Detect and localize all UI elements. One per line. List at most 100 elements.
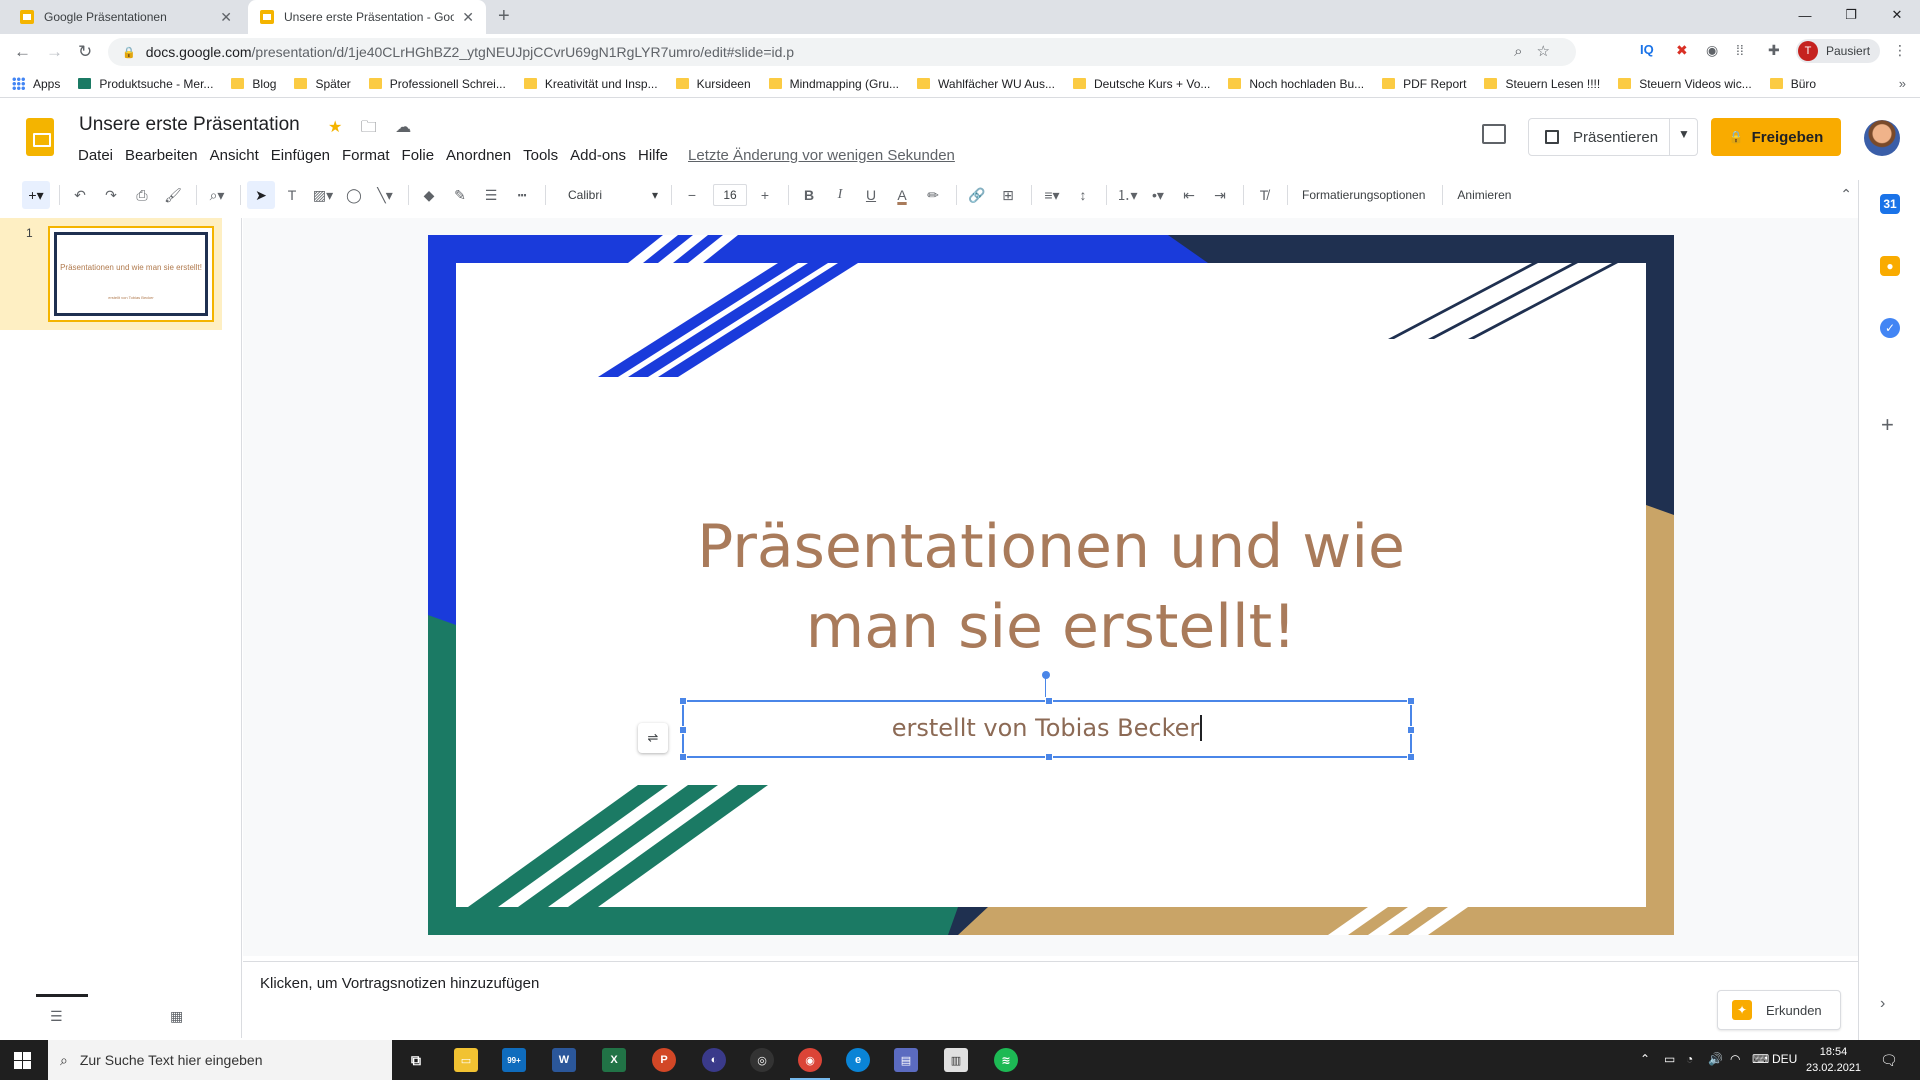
zoom-icon[interactable]: ⌕▾ <box>203 181 231 209</box>
decrease-font-size-icon[interactable]: − <box>678 181 706 209</box>
bookmark-item[interactable]: Produktsuche - Mer... <box>78 77 213 91</box>
present-button[interactable]: Präsentieren ▼ <box>1528 118 1698 156</box>
avatar[interactable] <box>1864 120 1900 156</box>
bookmark-folder[interactable]: Blog <box>231 77 276 91</box>
font-size-input[interactable]: 16 <box>713 184 747 206</box>
increase-indent-icon[interactable]: ⇥ <box>1206 181 1234 209</box>
grid-view-icon[interactable]: ▦ <box>170 1008 183 1025</box>
print-icon[interactable]: ⎙ <box>128 181 156 209</box>
obs-icon[interactable]: ◎ <box>750 1048 774 1072</box>
border-color-icon[interactable]: ✎ <box>446 181 474 209</box>
border-dash-icon[interactable]: ┅ <box>508 181 536 209</box>
new-tab-icon[interactable]: + <box>498 5 510 28</box>
bookmark-folder[interactable]: Kreativität und Insp... <box>523 77 658 91</box>
move-folder-icon[interactable]: 🗀 <box>361 119 377 136</box>
word-icon[interactable]: W <box>552 1048 576 1072</box>
menu-tools[interactable]: Tools <box>523 147 558 164</box>
menu-einfuegen[interactable]: Einfügen <box>271 147 330 164</box>
extension-blocker-icon[interactable]: ✖ <box>1676 42 1688 59</box>
zoom-bookmark-icons[interactable]: ⌕☆ <box>1514 42 1564 60</box>
battery-icon[interactable]: ▭ <box>1664 1052 1675 1066</box>
bookmark-folder[interactable]: Steuern Lesen !!!! <box>1484 77 1600 91</box>
bookmark-folder[interactable]: Kursideen <box>675 77 751 91</box>
rotate-handle[interactable] <box>1042 671 1050 679</box>
menu-format[interactable]: Format <box>342 147 390 164</box>
italic-icon[interactable]: I <box>826 181 854 209</box>
decrease-indent-icon[interactable]: ⇤ <box>1175 181 1203 209</box>
taskbar-search-input[interactable]: ⌕ Zur Suche Text hier eingeben <box>48 1040 392 1080</box>
last-edit-link[interactable]: Letzte Änderung vor wenigen Sekunden <box>688 147 955 164</box>
menu-addons[interactable]: Add-ons <box>570 147 626 164</box>
format-options-button[interactable]: Formatierungsoptionen <box>1294 181 1433 209</box>
tray-overflow-icon[interactable]: ⌃ <box>1640 1052 1650 1066</box>
browser-tab-slides-home[interactable]: Google Präsentationen ✕ <box>8 0 244 34</box>
paint-format-icon[interactable]: 🖌 <box>159 181 187 209</box>
chrome-icon[interactable]: ◉ <box>790 1048 830 1080</box>
filmstrip-view-icon[interactable]: ☰ <box>50 1008 63 1025</box>
comment-history-icon[interactable] <box>1482 124 1506 144</box>
windows-start-icon[interactable] <box>14 1052 31 1069</box>
speaker-notes-placeholder[interactable]: Klicken, um Vortragsnotizen hinzuzufügen <box>260 975 539 992</box>
app-icon[interactable]: ▤ <box>894 1048 918 1072</box>
more-bookmarks-icon[interactable]: » <box>1899 76 1906 91</box>
close-window-icon[interactable]: ✕ <box>1874 0 1920 30</box>
expand-panel-icon[interactable]: › <box>1880 995 1885 1013</box>
reload-icon[interactable]: ↻ <box>78 42 92 62</box>
keyboard-icon[interactable]: ⌨ <box>1752 1052 1769 1066</box>
increase-font-size-icon[interactable]: + <box>751 181 779 209</box>
bookmark-folder[interactable]: Steuern Videos wic... <box>1618 77 1752 91</box>
language-indicator[interactable]: DEU <box>1772 1052 1797 1066</box>
file-explorer-icon[interactable]: ▭ <box>454 1048 478 1072</box>
subtitle-textbox[interactable]: erstellt von Tobias Becker <box>679 697 1415 761</box>
star-icon[interactable]: ★ <box>328 119 342 136</box>
extension-iq-icon[interactable]: IQ <box>1640 42 1654 57</box>
resize-handle-e[interactable] <box>1407 726 1415 734</box>
menu-anordnen[interactable]: Anordnen <box>446 147 511 164</box>
volume-icon[interactable]: 🔊 <box>1708 1052 1723 1066</box>
resize-handle-ne[interactable] <box>1407 697 1415 705</box>
tasks-icon[interactable]: ✓ <box>1880 318 1900 338</box>
menu-ansicht[interactable]: Ansicht <box>210 147 259 164</box>
chrome-menu-icon[interactable]: ⋮ <box>1893 42 1907 59</box>
numbered-list-icon[interactable]: ⒈▾ <box>1113 181 1141 209</box>
close-tab-icon[interactable]: ✕ <box>220 9 232 26</box>
url-input[interactable]: 🔒 docs.google.com/presentation/d/1je40CL… <box>108 38 1576 66</box>
new-slide-icon[interactable]: +▾ <box>22 181 50 209</box>
bookmark-folder[interactable]: Mindmapping (Gru... <box>768 77 899 91</box>
subtitle-text[interactable]: erstellt von Tobias Becker <box>684 714 1410 742</box>
extensions-puzzle-icon[interactable]: ✚ <box>1768 42 1780 59</box>
underline-icon[interactable]: U <box>857 181 885 209</box>
extension-grammar-icon[interactable]: ◉ <box>1706 42 1718 59</box>
minimize-icon[interactable]: — <box>1782 0 1828 30</box>
cloud-status-icon[interactable]: ☁ <box>395 119 411 136</box>
select-cursor-icon[interactable]: ➤ <box>247 181 275 209</box>
bold-icon[interactable]: B <box>795 181 823 209</box>
resize-handle-nw[interactable] <box>679 697 687 705</box>
redo-icon[interactable]: ↷ <box>97 181 125 209</box>
restore-icon[interactable]: ❐ <box>1828 0 1874 30</box>
notifications-icon[interactable]: 🗨 <box>1880 1052 1898 1069</box>
image-icon[interactable]: ▨▾ <box>309 181 337 209</box>
menu-hilfe[interactable]: Hilfe <box>638 147 668 164</box>
bookmark-folder[interactable]: Wahlfächer WU Aus... <box>917 77 1055 91</box>
clear-formatting-icon[interactable]: T̸ <box>1250 181 1278 209</box>
line-icon[interactable]: ╲▾ <box>371 181 399 209</box>
document-title[interactable]: Unsere erste Präsentation <box>79 114 300 136</box>
slide-title[interactable]: Präsentationen und wie man sie erstellt! <box>611 507 1491 667</box>
bookmark-folder[interactable]: Deutsche Kurs + Vo... <box>1072 77 1210 91</box>
menu-folie[interactable]: Folie <box>402 147 435 164</box>
slide-thumbnail-row[interactable]: 1 Präsentationen und wie man sie erstell… <box>0 218 222 330</box>
bookmark-folder[interactable]: Noch hochladen Bu... <box>1228 77 1364 91</box>
align-icon[interactable]: ≡▾ <box>1038 181 1066 209</box>
undo-icon[interactable]: ↶ <box>66 181 94 209</box>
highlight-color-icon[interactable]: ✏ <box>919 181 947 209</box>
add-addon-icon[interactable]: + <box>1881 412 1894 438</box>
share-button[interactable]: 🔒 Freigeben <box>1711 118 1841 156</box>
profile-button[interactable]: T Pausiert <box>1796 39 1880 63</box>
resize-handle-w[interactable] <box>679 726 687 734</box>
menu-bearbeiten[interactable]: Bearbeiten <box>125 147 198 164</box>
bookmark-apps[interactable]: Apps <box>12 77 60 91</box>
menu-datei[interactable]: Datei <box>78 147 113 164</box>
resize-handle-n[interactable] <box>1045 697 1053 705</box>
bookmark-folder[interactable]: Später <box>294 77 351 91</box>
